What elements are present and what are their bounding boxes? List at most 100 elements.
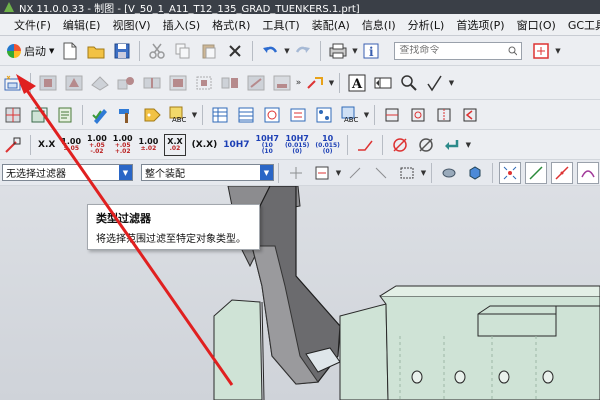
- sheet-icon[interactable]: [54, 104, 76, 126]
- undo-icon[interactable]: [259, 40, 281, 62]
- filter-dropdown[interactable]: ▼: [335, 162, 342, 184]
- paste-icon[interactable]: [198, 40, 220, 62]
- select-feature-icon[interactable]: [370, 162, 392, 184]
- base-view-icon[interactable]: [37, 72, 59, 94]
- snap-endpoint-icon[interactable]: [499, 161, 521, 184]
- update-view-icon[interactable]: [167, 72, 189, 94]
- snap-line-icon[interactable]: [525, 161, 547, 184]
- section-view-icon[interactable]: [115, 72, 137, 94]
- symbol-dropdown[interactable]: ▼: [448, 72, 455, 94]
- more-views-dropdown[interactable]: »: [295, 72, 302, 94]
- tag-icon[interactable]: [141, 104, 163, 126]
- select-mode-dropdown[interactable]: ▼: [420, 162, 427, 184]
- menu-window[interactable]: 窗口(O): [511, 17, 562, 33]
- chevron-down-icon[interactable]: ▼: [260, 165, 273, 180]
- hole-table-icon[interactable]: [313, 104, 335, 126]
- stacked-sheets-icon[interactable]: [28, 104, 50, 126]
- command-search-box[interactable]: [394, 41, 523, 60]
- select-filter-icon[interactable]: [311, 162, 333, 184]
- label-dropdown[interactable]: ▼: [191, 104, 198, 126]
- diameter-icon[interactable]: [389, 134, 411, 156]
- auto-balloon-icon[interactable]: [261, 104, 283, 126]
- break-view-icon[interactable]: [141, 72, 163, 94]
- snap-tangent-icon[interactable]: [551, 161, 573, 184]
- redo-icon[interactable]: [292, 40, 314, 62]
- open-folder-icon[interactable]: [85, 40, 107, 62]
- copy-icon[interactable]: [172, 40, 194, 62]
- datum-target-icon[interactable]: [2, 104, 24, 126]
- tolerance-dropdown[interactable]: ▼: [465, 134, 472, 156]
- fit-view-icon[interactable]: [530, 40, 552, 62]
- view-align-icon[interactable]: [219, 72, 241, 94]
- feature-control-frame-icon[interactable]: [372, 72, 394, 94]
- command-search-input[interactable]: [399, 45, 509, 56]
- tabular-note-icon[interactable]: [287, 104, 309, 126]
- diameter-alt-icon[interactable]: [415, 134, 437, 156]
- delete-icon[interactable]: [224, 40, 246, 62]
- selection-scope-combo[interactable]: 整个装配 ▼: [141, 164, 274, 181]
- menu-insert[interactable]: 插入(S): [157, 17, 207, 33]
- detail-view-icon[interactable]: [89, 72, 111, 94]
- surface-finish-icon[interactable]: [424, 72, 446, 94]
- rectangle-select-icon[interactable]: [396, 162, 418, 184]
- return-arrow-icon[interactable]: [441, 134, 463, 156]
- zoom-icon[interactable]: [398, 72, 420, 94]
- new-file-icon[interactable]: [59, 40, 81, 62]
- center-mark-icon[interactable]: [381, 104, 403, 126]
- table-dropdown[interactable]: ▼: [363, 104, 370, 126]
- fit-tolerance-button[interactable]: 10H7: [223, 134, 249, 156]
- annotation-pointer-icon[interactable]: [304, 72, 326, 94]
- menu-analysis[interactable]: 分析(L): [402, 17, 451, 33]
- fit-tolerance-values-button[interactable]: 10H7 (0.015) (0): [285, 134, 309, 156]
- chevron-down-icon[interactable]: ▼: [119, 165, 132, 180]
- view-boundary-icon[interactable]: [193, 72, 215, 94]
- tolerance-unequal-button[interactable]: 1.00 +.05 -.02: [87, 134, 107, 156]
- text-annotation-icon[interactable]: A: [346, 72, 368, 94]
- type-filter-combo[interactable]: 无选择过滤器 ▼: [2, 164, 133, 181]
- menu-preferences[interactable]: 首选项(P): [450, 17, 510, 33]
- abc-label-icon[interactable]: ABC: [167, 104, 189, 126]
- info-icon[interactable]: i: [360, 40, 382, 62]
- component-icon[interactable]: [438, 162, 460, 184]
- bolt-circle-icon[interactable]: [407, 104, 429, 126]
- menu-edit[interactable]: 编辑(E): [57, 17, 107, 33]
- tolerance-none-button[interactable]: X.X: [38, 134, 55, 156]
- tolerance-upper-lower-button[interactable]: 1.00 +.05 +.02: [113, 134, 133, 156]
- type-filter-icon[interactable]: [2, 72, 24, 94]
- table-icon[interactable]: [209, 104, 231, 126]
- menu-information[interactable]: 信息(I): [356, 17, 402, 33]
- annotation-dropdown[interactable]: ▼: [328, 72, 335, 94]
- menu-file[interactable]: 文件(F): [8, 17, 57, 33]
- snap-curve-icon[interactable]: [577, 161, 599, 184]
- parts-list-icon[interactable]: [235, 104, 257, 126]
- hammer-icon[interactable]: [115, 104, 137, 126]
- abc-table-icon[interactable]: ABC: [339, 104, 361, 126]
- snap-point-icon[interactable]: [285, 162, 307, 184]
- view-label-icon[interactable]: [271, 72, 293, 94]
- tolerance-reference-button[interactable]: (X.X): [192, 134, 218, 156]
- symmetric-centerline-icon[interactable]: [459, 104, 481, 126]
- centerline-icon[interactable]: [433, 104, 455, 126]
- view-dropdown[interactable]: ▼: [554, 40, 561, 62]
- save-icon[interactable]: [111, 40, 133, 62]
- tolerance-icon[interactable]: [2, 134, 24, 156]
- body-icon[interactable]: [464, 162, 486, 184]
- start-button[interactable]: 启动 ▼: [4, 40, 57, 62]
- tolerance-limit-button[interactable]: 1.00 ±.02: [139, 134, 159, 156]
- fit-tolerance-limits-button[interactable]: 10H7 (10 (10: [256, 134, 279, 156]
- tolerance-bilateral-button[interactable]: 1.00 ±.05: [61, 134, 81, 156]
- undo-dropdown[interactable]: ▼: [283, 40, 290, 62]
- pencil-check-icon[interactable]: [89, 104, 111, 126]
- menu-view[interactable]: 视图(V): [106, 17, 156, 33]
- fit-tolerance-value-only-button[interactable]: 10 (0.015) (0): [315, 134, 339, 156]
- menu-format[interactable]: 格式(R): [206, 17, 256, 33]
- menu-tools[interactable]: 工具(T): [256, 17, 305, 33]
- print-dropdown[interactable]: ▼: [351, 40, 358, 62]
- cut-icon[interactable]: [146, 40, 168, 62]
- projected-view-icon[interactable]: [63, 72, 85, 94]
- print-icon[interactable]: [327, 40, 349, 62]
- select-chain-icon[interactable]: [344, 162, 366, 184]
- menu-assemblies[interactable]: 装配(A): [306, 17, 356, 33]
- tolerance-basic-button[interactable]: X.X .02: [164, 133, 186, 156]
- leader-icon[interactable]: [354, 134, 376, 156]
